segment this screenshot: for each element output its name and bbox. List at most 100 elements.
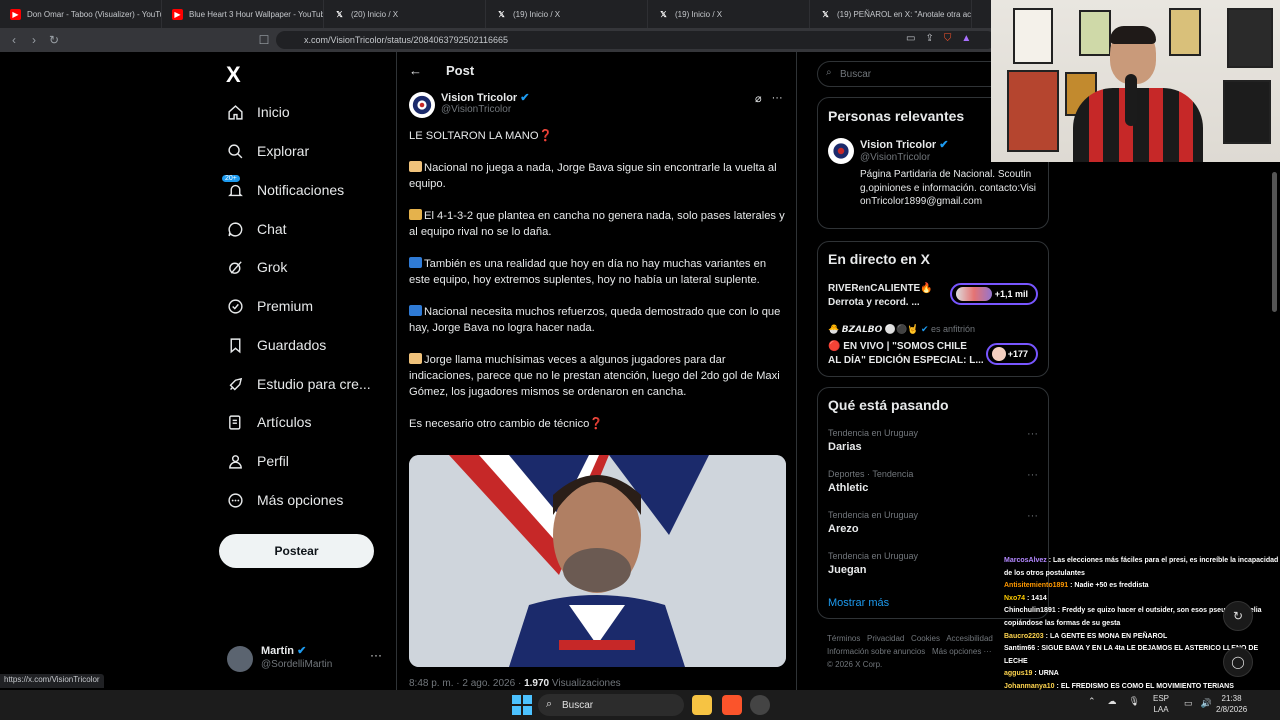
brave-browser-icon[interactable] xyxy=(722,695,742,715)
bell-icon: 20+ xyxy=(222,175,244,199)
trend-name[interactable]: Juegan xyxy=(828,564,867,576)
taskbar-clock[interactable]: 21:38 2/8/2026 xyxy=(1216,693,1247,715)
trend-name[interactable]: Arezo xyxy=(828,523,859,535)
live-listeners-pill[interactable]: +1,1 mil xyxy=(950,283,1038,305)
chat-message: Antisitemiento1891 : Nadie +50 es freddi… xyxy=(1004,582,1149,590)
wall-poster xyxy=(1079,10,1111,56)
browser-tab[interactable]: ▶ Blue Heart 3 Hour Wallpaper - YouTube xyxy=(162,0,324,28)
windows-start-icon[interactable] xyxy=(512,695,532,715)
refresh-icon[interactable]: ↻ xyxy=(1223,601,1253,631)
footer-link[interactable]: Términos xyxy=(827,634,860,643)
relevant-avatar[interactable] xyxy=(828,138,854,164)
verified-badge-icon: ✔ xyxy=(297,645,307,657)
show-more-link[interactable]: Mostrar más xyxy=(828,597,889,609)
live-card: En directo en X RIVERenCALIENTE🔥 Derrota… xyxy=(817,241,1049,377)
sidebar-item-grok[interactable]: Grok xyxy=(226,254,287,280)
verified-badge-icon: ✔ xyxy=(939,139,949,151)
file-explorer-icon[interactable] xyxy=(692,695,712,715)
rewards-icon[interactable]: ▲ xyxy=(961,33,971,44)
relevant-name[interactable]: Vision Tricolor ✔ xyxy=(860,138,949,151)
more-dots-icon[interactable]: ··· xyxy=(1027,428,1038,440)
live-item[interactable]: 🔴 EN VIVO | "SOMOS CHILE AL DÍA" EDICIÓN… xyxy=(828,340,984,367)
arrow-right-icon xyxy=(409,305,422,316)
brave-shield-icon[interactable]: ⛉ xyxy=(944,33,952,44)
footer-link[interactable]: Cookies xyxy=(911,634,940,643)
search-icon: ⌕ xyxy=(826,67,832,78)
account-name: Martín ✔ xyxy=(261,645,307,657)
sidebar-item-mas-opciones[interactable]: Más opciones xyxy=(226,487,343,513)
chevron-up-icon[interactable]: ⌃ xyxy=(1088,696,1096,707)
trend-name[interactable]: Darias xyxy=(828,441,862,453)
sidebar-item-premium[interactable]: Premium xyxy=(226,293,313,319)
more-dots-icon[interactable]: ··· xyxy=(370,648,382,662)
browser-tab[interactable]: ▶ Don Omar - Taboo (Visualizer) - YouTube xyxy=(0,0,162,28)
grok-icon[interactable]: ⌀ xyxy=(755,92,762,105)
cast-icon[interactable]: ▭ xyxy=(906,33,915,44)
browser-tab[interactable]: 𝕏 (20) Inicio / X xyxy=(324,0,486,28)
browser-tab[interactable]: 𝕏 (19) Inicio / X xyxy=(486,0,648,28)
sidebar-item-explorar[interactable]: Explorar xyxy=(226,138,309,164)
footer-link[interactable]: Privacidad xyxy=(867,634,904,643)
live-host[interactable]: 🐣 𝘽𝙕𝘼𝙇𝘽𝙊 ⚪⚫🤘 ✔ es anfitrión xyxy=(828,324,975,335)
sidebar-item-inicio[interactable]: Inicio xyxy=(226,99,290,125)
back-arrow-icon[interactable]: ← xyxy=(409,63,422,78)
sidebar-item-guardados[interactable]: Guardados xyxy=(226,332,326,358)
more-dots-icon[interactable]: ··· xyxy=(772,92,783,105)
post-paragraph: Nacional necesita muchos refuerzos, qued… xyxy=(409,305,781,334)
chat-bubble-icon[interactable]: ◯ xyxy=(1223,647,1253,677)
thumbs-down-icon xyxy=(409,161,422,172)
post-meta: 8:48 p. m. · 2 ago. 2026 · 1.970 Visuali… xyxy=(409,678,621,689)
onedrive-icon[interactable]: ☁ xyxy=(1108,696,1117,707)
notification-badge: 20+ xyxy=(222,175,240,182)
post-actions-top: ⌀ ··· xyxy=(755,92,783,105)
forward-arrow-icon[interactable]: › xyxy=(24,33,44,47)
footer-link[interactable]: Más opciones ··· xyxy=(932,647,992,656)
relevant-handle[interactable]: @VisionTricolor xyxy=(860,152,930,163)
author-name[interactable]: Vision Tricolor ✔ xyxy=(441,91,530,104)
share-icon[interactable]: ⇪ xyxy=(925,33,933,44)
webcam-overlay xyxy=(991,0,1280,162)
trend-context: Tendencia en Uruguay xyxy=(828,510,919,520)
post-paragraph: El 4-1-3-2 que plantea en cancha no gene… xyxy=(409,209,785,238)
bookmark-star-icon[interactable]: ☐ xyxy=(254,33,274,47)
obs-icon[interactable] xyxy=(750,695,770,715)
sidebar-item-perfil[interactable]: Perfil xyxy=(226,448,289,474)
browser-tab[interactable]: 𝕏 (19) Inicio / X xyxy=(648,0,810,28)
browser-tab[interactable]: 𝕏 (19) PEÑAROL en X: "Anotale otra ac xyxy=(810,0,972,28)
youtube-icon: ▶ xyxy=(10,8,21,20)
post-button[interactable]: Postear xyxy=(219,534,374,568)
microphone-icon[interactable]: 🎙 xyxy=(1129,696,1140,707)
live-item[interactable]: RIVERenCALIENTE🔥 Derrota y record. ... xyxy=(828,282,933,309)
url-field[interactable]: x.com/VisionTricolor/status/208406379250… xyxy=(276,31,996,49)
trend-name[interactable]: Athletic xyxy=(828,482,868,494)
sidebar-item-estudio[interactable]: Estudio para cre... xyxy=(226,371,371,397)
live-listeners-pill[interactable]: +177 xyxy=(986,343,1038,365)
account-switcher[interactable]: Martín ✔ @SordelliMartin ··· xyxy=(227,642,387,678)
sidebar-item-chat[interactable]: Chat xyxy=(226,216,287,242)
home-icon xyxy=(226,103,244,121)
person-icon xyxy=(409,209,422,220)
back-arrow-icon[interactable]: ‹ xyxy=(4,33,24,47)
author-avatar[interactable] xyxy=(409,92,435,118)
volume-icon[interactable]: 🔊 xyxy=(1201,698,1212,709)
streamer-hair xyxy=(1110,26,1156,44)
more-dots-icon[interactable]: ··· xyxy=(1027,510,1038,522)
scrollbar-thumb[interactable] xyxy=(1272,172,1277,312)
more-dots-icon[interactable]: ··· xyxy=(1027,469,1038,481)
card-title: Personas relevantes xyxy=(828,108,965,124)
microphone-icon xyxy=(1125,74,1137,126)
card-title: En directo en X xyxy=(828,251,930,267)
footer-link[interactable]: Información sobre anuncios xyxy=(827,647,925,656)
reload-icon[interactable]: ↻ xyxy=(44,33,64,47)
search-icon: ⌕ xyxy=(546,698,553,710)
taskbar-search[interactable]: ⌕ Buscar xyxy=(538,694,684,716)
x-icon: 𝕏 xyxy=(336,9,343,19)
footer-link[interactable]: Accesibilidad xyxy=(946,634,993,643)
post-image[interactable] xyxy=(409,455,786,667)
author-handle[interactable]: @VisionTricolor xyxy=(441,104,511,115)
x-logo[interactable]: X xyxy=(226,62,241,88)
monitor-icon[interactable]: ▭ xyxy=(1184,698,1193,709)
language-indicator[interactable]: ESP LAA xyxy=(1153,693,1169,715)
sidebar-item-notificaciones[interactable]: 20+ Notificaciones xyxy=(222,175,344,203)
sidebar-item-articulos[interactable]: Artículos xyxy=(226,409,311,435)
